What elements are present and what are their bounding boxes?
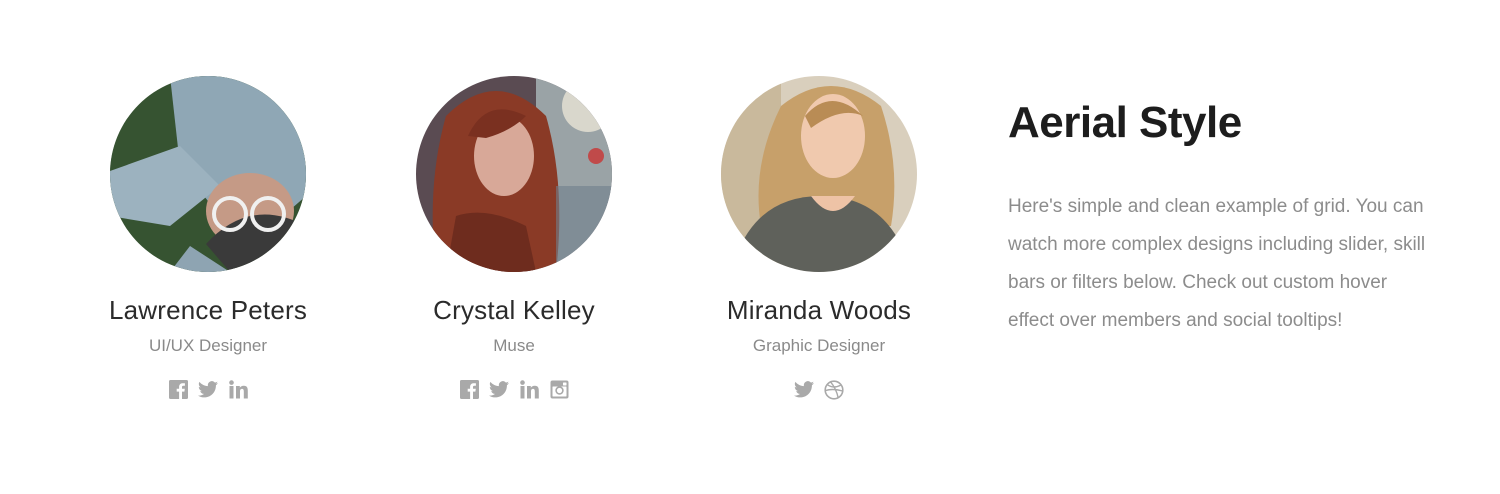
avatar-lawrence-peters[interactable] [110, 76, 306, 272]
team-section: Lawrence Peters UI/UX Designer Crystal K… [0, 0, 1500, 494]
avatar-crystal-kelley[interactable] [416, 76, 612, 272]
team-member-lawrence-peters: Lawrence Peters UI/UX Designer [58, 76, 358, 401]
intro-block: Aerial Style Here's simple and clean exa… [1008, 96, 1448, 340]
linkedin-icon[interactable] [519, 379, 540, 400]
member-role: UI/UX Designer [148, 336, 268, 355]
team-member-miranda-woods: Miranda Woods Graphic Designer [669, 76, 969, 401]
member-name: Miranda Woods [726, 295, 912, 325]
social-links [364, 379, 664, 401]
facebook-icon[interactable] [168, 379, 189, 400]
facebook-icon[interactable] [459, 379, 480, 400]
member-name: Lawrence Peters [108, 295, 308, 325]
avatar-photo [416, 76, 612, 272]
linkedin-icon[interactable] [228, 379, 249, 400]
twitter-icon[interactable] [794, 379, 815, 400]
section-title: Aerial Style [1008, 98, 1242, 147]
dribbble-icon[interactable] [824, 379, 845, 400]
avatar-miranda-woods[interactable] [721, 76, 917, 272]
member-role: Muse [493, 336, 535, 355]
twitter-icon[interactable] [489, 379, 510, 400]
twitter-icon[interactable] [198, 379, 219, 400]
member-role: Graphic Designer [752, 336, 886, 355]
team-member-crystal-kelley: Crystal Kelley Muse [364, 76, 664, 401]
avatar-photo [721, 76, 917, 272]
social-links [58, 379, 358, 401]
social-links [669, 379, 969, 401]
section-description: Here's simple and clean example of grid.… [1008, 196, 1426, 331]
instagram-icon[interactable] [549, 379, 570, 400]
avatar-photo [110, 76, 306, 272]
member-name: Crystal Kelley [433, 295, 595, 325]
